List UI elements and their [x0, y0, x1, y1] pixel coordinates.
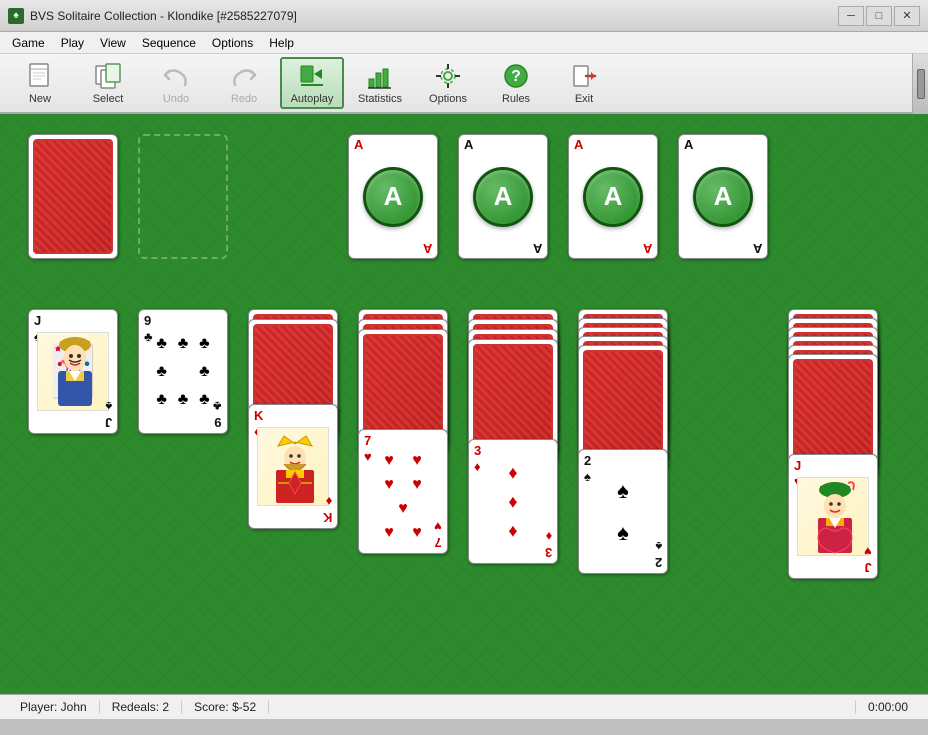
menu-view[interactable]: View	[92, 34, 134, 52]
foundation-4-badge: A	[693, 167, 753, 227]
tableau-col3-king[interactable]: K♦ K♦	[248, 404, 338, 529]
status-bar: Player: John Redeals: 2 Score: $-52 0:00…	[0, 694, 928, 719]
close-button[interactable]: ✕	[894, 6, 920, 26]
tableau-col2-card1[interactable]: 9♣ ♣ ♣ ♣ ♣ ♣ ♣ ♣ ♣ 9♣	[138, 309, 228, 434]
window-controls: ─ □ ✕	[838, 6, 920, 26]
tableau-col7-jack[interactable]: J♥ J♥	[788, 454, 878, 579]
foundation-3[interactable]: A A A	[568, 134, 658, 259]
undo-label: Undo	[163, 93, 189, 105]
menu-game[interactable]: Game	[4, 34, 53, 52]
exit-label: Exit	[575, 93, 593, 105]
rules-icon: ?	[500, 61, 532, 91]
foundation-4[interactable]: A A A	[678, 134, 768, 259]
options-icon	[432, 61, 464, 91]
menu-help[interactable]: Help	[261, 34, 302, 52]
tableau-col4-seven[interactable]: 7♥ ♥ ♥ ♥ ♥ ♥ ♥ ♥ 7♥	[358, 429, 448, 554]
foundation-2-badge: A	[473, 167, 533, 227]
title-bar: ♠ BVS Solitaire Collection - Klondike [#…	[0, 0, 928, 32]
toolbar-undo-button[interactable]: Undo	[144, 57, 208, 109]
status-redeals: Redeals: 2	[100, 700, 182, 714]
statistics-icon	[364, 61, 396, 91]
toolbar-options-button[interactable]: Options	[416, 57, 480, 109]
foundation-3-badge: A	[583, 167, 643, 227]
toolbar-scroll[interactable]	[912, 54, 928, 114]
status-player: Player: John	[8, 700, 100, 714]
toolbar-new-button[interactable]: New	[8, 57, 72, 109]
toolbar-select-button[interactable]: Select	[76, 57, 140, 109]
redo-icon	[228, 61, 260, 91]
toolbar-statistics-button[interactable]: Statistics	[348, 57, 412, 109]
foundation-1-badge: A	[363, 167, 423, 227]
maximize-button[interactable]: □	[866, 6, 892, 26]
toolbar-rules-button[interactable]: ? Rules	[484, 57, 548, 109]
undo-icon	[160, 61, 192, 91]
exit-icon	[568, 61, 600, 91]
game-area[interactable]: A A A A A A A A A A A A J♠ 🃏	[0, 114, 928, 694]
menu-play[interactable]: Play	[53, 34, 92, 52]
options-label: Options	[429, 93, 467, 105]
waste-pile[interactable]	[138, 134, 228, 259]
rules-label: Rules	[502, 93, 530, 105]
status-time: 0:00:00	[855, 700, 920, 714]
autoplay-label: Autoplay	[291, 93, 334, 105]
app-icon: ♠	[8, 8, 24, 24]
menu-sequence[interactable]: Sequence	[134, 34, 204, 52]
scroll-thumb	[917, 69, 925, 99]
toolbar-exit-button[interactable]: Exit	[552, 57, 616, 109]
stock-pile[interactable]	[28, 134, 118, 259]
minimize-button[interactable]: ─	[838, 6, 864, 26]
select-icon	[92, 61, 124, 91]
tableau-col5-three[interactable]: 3♦ ♦ ♦ ♦ 3♦	[468, 439, 558, 564]
menu-options[interactable]: Options	[204, 34, 261, 52]
toolbar: New Select Undo Redo	[0, 54, 928, 114]
statistics-label: Statistics	[358, 93, 402, 105]
status-score: Score: $-52	[182, 700, 269, 714]
toolbar-redo-button[interactable]: Redo	[212, 57, 276, 109]
svg-text:?: ?	[511, 68, 521, 85]
toolbar-autoplay-button[interactable]: Autoplay	[280, 57, 344, 109]
tableau-col1-card1[interactable]: J♠ 🃏 J♠	[28, 309, 118, 434]
menu-bar: Game Play View Sequence Options Help	[0, 32, 928, 54]
title-text: BVS Solitaire Collection - Klondike [#25…	[30, 9, 838, 23]
new-label: New	[29, 93, 51, 105]
autoplay-icon	[296, 61, 328, 91]
redo-label: Redo	[231, 93, 257, 105]
tableau-col6-two[interactable]: 2♠ ♠ ♠ 2♠	[578, 449, 668, 574]
new-icon	[24, 61, 56, 91]
select-label: Select	[93, 93, 124, 105]
foundation-1[interactable]: A A A	[348, 134, 438, 259]
foundation-2[interactable]: A A A	[458, 134, 548, 259]
